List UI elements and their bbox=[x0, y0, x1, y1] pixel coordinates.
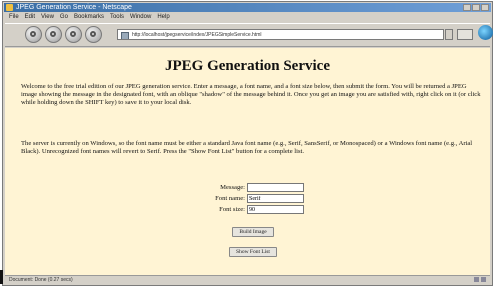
url-bar[interactable]: http://localhost/jpegservice/index/JPEGS… bbox=[117, 29, 444, 40]
menu-help[interactable]: Help bbox=[157, 13, 169, 22]
security-icon[interactable] bbox=[474, 277, 479, 282]
menu-view[interactable]: View bbox=[41, 13, 54, 22]
menu-go[interactable]: Go bbox=[60, 13, 68, 22]
window-controls bbox=[463, 4, 489, 11]
server-note-paragraph: The server is currently on Windows, so t… bbox=[21, 140, 473, 155]
status-text: Document: Done (0.27 secs) bbox=[9, 277, 73, 283]
page-content: JPEG Generation Service Welcome to the f… bbox=[5, 48, 490, 276]
window-title: JPEG Generation Service - Netscape bbox=[16, 4, 132, 11]
back-icon[interactable] bbox=[25, 26, 42, 43]
build-image-button[interactable]: Build Image bbox=[232, 227, 274, 237]
status-bar: Document: Done (0.27 secs) bbox=[5, 275, 490, 283]
online-icon[interactable] bbox=[481, 277, 486, 282]
go-button[interactable] bbox=[457, 29, 473, 40]
show-font-list-button[interactable]: Show Font List bbox=[229, 247, 277, 257]
browser-window: JPEG Generation Service - Netscape File … bbox=[2, 1, 493, 286]
menu-bookmarks[interactable]: Bookmarks bbox=[74, 13, 104, 22]
intro-paragraph: Welcome to the free trial edition of our… bbox=[21, 83, 481, 106]
jpeg-form: Message: Font name: Font size: bbox=[165, 183, 325, 216]
message-row: Message: bbox=[165, 183, 325, 194]
reload-icon[interactable] bbox=[65, 26, 82, 43]
title-bar: JPEG Generation Service - Netscape bbox=[4, 3, 491, 12]
menu-edit[interactable]: Edit bbox=[25, 13, 35, 22]
url-dropdown-button[interactable] bbox=[445, 29, 453, 40]
message-input[interactable] bbox=[247, 183, 304, 192]
font-name-row: Font name: bbox=[165, 194, 325, 205]
font-size-row: Font size: bbox=[165, 205, 325, 216]
font-name-input[interactable] bbox=[247, 194, 304, 203]
font-name-label: Font name: bbox=[215, 195, 245, 202]
font-size-input[interactable] bbox=[247, 205, 304, 214]
menu-window[interactable]: Window bbox=[130, 13, 151, 22]
navigation-toolbar: http://localhost/jpegservice/index/JPEGS… bbox=[5, 23, 493, 47]
close-button[interactable] bbox=[481, 4, 489, 11]
menu-bar: File Edit View Go Bookmarks Tools Window… bbox=[5, 13, 490, 22]
netscape-throbber-icon[interactable] bbox=[478, 25, 493, 40]
netscape-icon bbox=[6, 4, 13, 11]
edge-marker bbox=[0, 270, 3, 284]
menu-file[interactable]: File bbox=[9, 13, 19, 22]
forward-icon[interactable] bbox=[45, 26, 62, 43]
stop-icon[interactable] bbox=[85, 26, 102, 43]
font-size-label: Font size: bbox=[219, 206, 245, 213]
menu-tools[interactable]: Tools bbox=[110, 13, 124, 22]
maximize-button[interactable] bbox=[472, 4, 480, 11]
status-icons bbox=[474, 277, 486, 282]
page-title: JPEG Generation Service bbox=[165, 58, 330, 74]
page-icon bbox=[121, 32, 129, 39]
message-label: Message: bbox=[220, 184, 245, 191]
url-text: http://localhost/jpegservice/index/JPEGS… bbox=[132, 32, 262, 38]
minimize-button[interactable] bbox=[463, 4, 471, 11]
